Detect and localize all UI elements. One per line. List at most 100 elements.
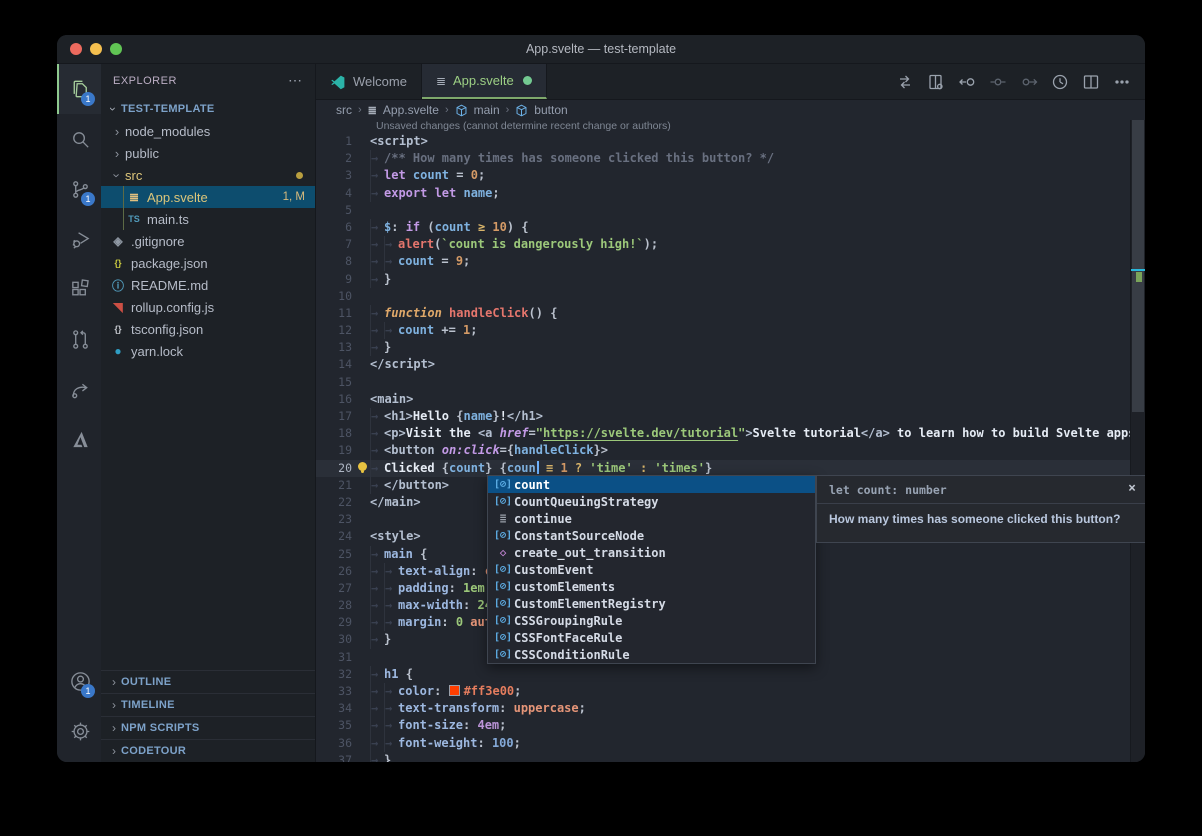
code-line-5[interactable]: 5 xyxy=(316,202,1145,219)
accounts-icon[interactable]: 1 xyxy=(57,656,101,706)
sidebar-panel-timeline[interactable]: ›TIMELINE xyxy=(101,693,315,716)
file-row-app-svelte[interactable]: ≣App.svelte1, M xyxy=(101,186,315,208)
sidebar-panel-outline[interactable]: ›OUTLINE xyxy=(101,671,315,693)
suggest-item-countqueuingstrategy[interactable]: [⊘]CountQueuingStrategy xyxy=(488,493,815,510)
settings-gear-icon[interactable] xyxy=(57,706,101,756)
code-line-17[interactable]: 17→<h1>Hello {name}!</h1> xyxy=(316,408,1145,425)
explorer-icon[interactable]: 1 xyxy=(57,64,101,114)
breadcrumb-file[interactable]: App.svelte xyxy=(383,103,439,117)
workspace-root-folder[interactable]: › TEST-TEMPLATE xyxy=(101,97,315,120)
code-line-14[interactable]: 14</script> xyxy=(316,356,1145,373)
close-window-button[interactable] xyxy=(70,43,82,55)
codelens-unsaved-changes[interactable]: Unsaved changes (cannot determine recent… xyxy=(376,120,1145,133)
code-line-16[interactable]: 16<main> xyxy=(316,391,1145,408)
github-pull-requests-icon[interactable] xyxy=(57,314,101,364)
scrollbar-track[interactable] xyxy=(1130,120,1145,762)
modified-dot-icon[interactable] xyxy=(523,76,532,85)
scrollbar-slider[interactable] xyxy=(1132,120,1144,412)
line-number: 19 xyxy=(316,442,352,459)
code-line-8[interactable]: 8→→count = 9; xyxy=(316,253,1145,270)
code-line-11[interactable]: 11→function handleClick() { xyxy=(316,305,1145,322)
tab-app-svelte[interactable]: ≣ App.svelte xyxy=(422,64,547,99)
file-row--gitignore[interactable]: ◈.gitignore xyxy=(101,230,315,252)
code-line-6[interactable]: 6→$: if (count ≥ 10) { xyxy=(316,219,1145,236)
run-debug-icon[interactable] xyxy=(57,214,101,264)
next-change-icon[interactable] xyxy=(1018,71,1040,93)
suggest-item-create_out_transition[interactable]: ◇create_out_transition xyxy=(488,544,815,561)
code-line-2[interactable]: 2→/** How many times has someone clicked… xyxy=(316,150,1145,167)
indent-whitespace: → xyxy=(370,580,384,597)
code-line-35[interactable]: 35→→font-size: 4em; xyxy=(316,717,1145,734)
live-share-icon[interactable] xyxy=(57,364,101,414)
folder-row-src[interactable]: ›src xyxy=(101,164,315,186)
token-var: count xyxy=(435,220,471,234)
code-line-18[interactable]: 18→<p>Visit the <a href="https://svelte.… xyxy=(316,425,1145,442)
code-line-33[interactable]: 33→→color: #ff3e00; xyxy=(316,683,1145,700)
file-row-yarn-lock[interactable]: ●yarn.lock xyxy=(101,340,315,362)
open-changes-icon[interactable] xyxy=(894,71,916,93)
code-line-9[interactable]: 9→} xyxy=(316,271,1145,288)
file-row-readme-md[interactable]: ⓘREADME.md xyxy=(101,274,315,296)
token-cssprop: max-width xyxy=(398,598,463,612)
code-line-13[interactable]: 13→} xyxy=(316,339,1145,356)
chevron-right-icon[interactable]: › xyxy=(109,124,125,139)
search-icon[interactable] xyxy=(57,114,101,164)
close-icon[interactable]: × xyxy=(1128,481,1136,496)
code-editor[interactable]: Unsaved changes (cannot determine recent… xyxy=(316,120,1145,762)
code-line-32[interactable]: 32→h1 { xyxy=(316,666,1145,683)
breadcrumb-symbol-main[interactable]: main xyxy=(474,103,500,117)
azure-icon[interactable] xyxy=(57,414,101,464)
split-editor-icon[interactable] xyxy=(1080,71,1102,93)
run-or-debug-icon[interactable] xyxy=(1049,71,1071,93)
code-line-19[interactable]: 19→<button on:click={handleClick}> xyxy=(316,442,1145,459)
folder-modified-dot-icon xyxy=(296,172,303,179)
suggest-item-customevent[interactable]: [⊘]CustomEvent xyxy=(488,561,815,578)
source-control-icon[interactable]: 1 xyxy=(57,164,101,214)
suggest-item-constantsourcenode[interactable]: [⊘]ConstantSourceNode xyxy=(488,527,815,544)
file-row-package-json[interactable]: {}package.json xyxy=(101,252,315,274)
code-line-3[interactable]: 3→let count = 0; xyxy=(316,167,1145,184)
breadcrumb-src[interactable]: src xyxy=(336,103,352,117)
code-line-37[interactable]: 37→} xyxy=(316,752,1145,762)
suggest-item-cssfontfacerule[interactable]: [⊘]CSSFontFaceRule xyxy=(488,629,815,646)
folder-row-node-modules[interactable]: ›node_modules xyxy=(101,120,315,142)
color-swatch-icon[interactable] xyxy=(449,685,460,696)
code-line-12[interactable]: 12→→count += 1; xyxy=(316,322,1145,339)
go-back-icon[interactable] xyxy=(956,71,978,93)
suggest-item-customelementregistry[interactable]: [⊘]CustomElementRegistry xyxy=(488,595,815,612)
explorer-more-actions-icon[interactable]: ⋯ xyxy=(288,72,303,89)
more-actions-icon[interactable] xyxy=(1111,71,1133,93)
file-row-tsconfig-json[interactable]: {}tsconfig.json xyxy=(101,318,315,340)
file-row-main-ts[interactable]: TSmain.ts xyxy=(101,208,315,230)
code-line-1[interactable]: 1<script> xyxy=(316,133,1145,150)
suggest-item-cssgroupingrule[interactable]: [⊘]CSSGroupingRule xyxy=(488,612,815,629)
chevron-down-icon[interactable]: › xyxy=(110,167,125,183)
code-line-34[interactable]: 34→→text-transform: uppercase; xyxy=(316,700,1145,717)
titlebar[interactable]: App.svelte — test-template xyxy=(57,35,1145,64)
code-line-4[interactable]: 4→export let name; xyxy=(316,185,1145,202)
sidebar-panel-npm-scripts[interactable]: ›NPM SCRIPTS xyxy=(101,716,315,739)
extensions-icon[interactable] xyxy=(57,264,101,314)
indent-whitespace: → xyxy=(370,425,384,442)
line-number: 6 xyxy=(316,219,352,236)
chevron-right-icon[interactable]: › xyxy=(109,146,125,161)
code-line-15[interactable]: 15 xyxy=(316,374,1145,391)
tab-welcome[interactable]: Welcome xyxy=(316,64,422,99)
line-number: 23 xyxy=(316,511,352,528)
code-line-10[interactable]: 10 xyxy=(316,288,1145,305)
suggest-item-continue[interactable]: ≣continue xyxy=(488,510,815,527)
suggest-item-customelements[interactable]: [⊘]customElements xyxy=(488,578,815,595)
file-row-rollup-config-js[interactable]: ◥rollup.config.js xyxy=(101,296,315,318)
suggest-item-cssconditionrule[interactable]: [⊘]CSSConditionRule xyxy=(488,646,815,663)
previous-change-icon[interactable] xyxy=(987,71,1009,93)
code-line-7[interactable]: 7→→alert(`count is dangerously high!`); xyxy=(316,236,1145,253)
lightbulb-icon[interactable] xyxy=(358,462,367,471)
breadcrumb-symbol-button[interactable]: button xyxy=(534,103,567,117)
sidebar-panel-codetour[interactable]: ›CODETOUR xyxy=(101,739,315,762)
open-preview-icon[interactable] xyxy=(925,71,947,93)
suggest-item-count[interactable]: [⊘]count xyxy=(488,476,815,493)
maximize-window-button[interactable] xyxy=(110,43,122,55)
code-line-36[interactable]: 36→→font-weight: 100; xyxy=(316,735,1145,752)
minimize-window-button[interactable] xyxy=(90,43,102,55)
folder-row-public[interactable]: ›public xyxy=(101,142,315,164)
